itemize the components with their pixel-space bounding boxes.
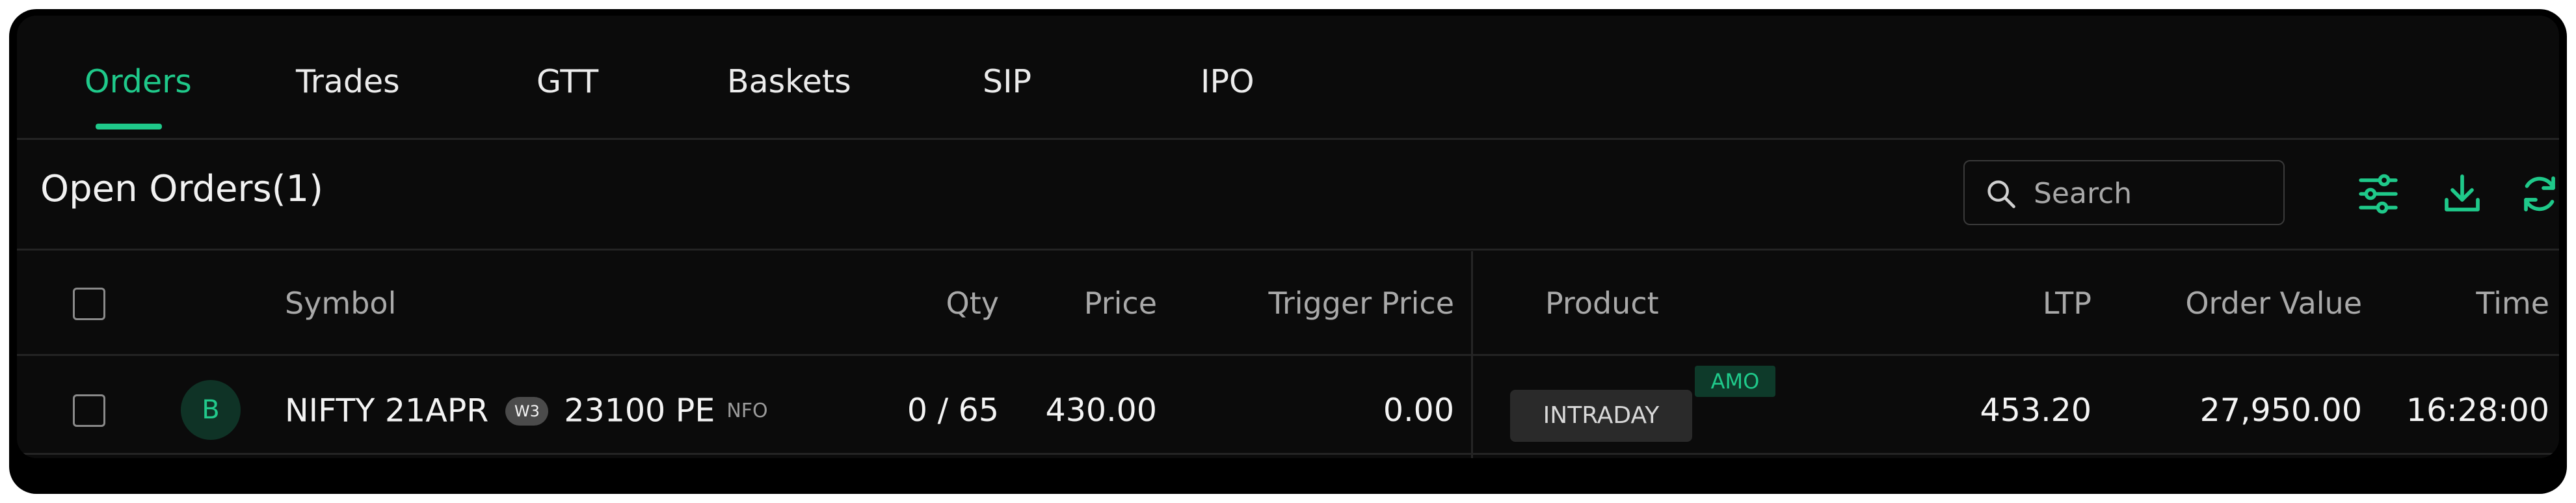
app-frame: Orders Trades GTT Baskets SIP IPO Open O…: [9, 9, 2567, 494]
download-icon[interactable]: [2439, 170, 2486, 217]
buy-side-badge: B: [181, 380, 241, 440]
tab-bar: Orders Trades GTT Baskets SIP IPO: [17, 16, 2559, 138]
tab-trades[interactable]: Trades: [296, 62, 400, 102]
trigger-price-cell: 0.00: [1383, 392, 1454, 429]
active-tab-indicator: [96, 124, 162, 129]
symbol-cell[interactable]: NIFTY 21APR W3 23100 PE NFO: [285, 390, 768, 431]
qty-cell: 0 / 65: [907, 392, 999, 429]
column-header-order-value[interactable]: Order Value: [2131, 284, 2362, 323]
column-header-trigger-price[interactable]: Trigger Price: [1188, 284, 1454, 323]
product-chip: INTRADAY: [1510, 390, 1692, 442]
row-checkbox[interactable]: [73, 394, 105, 427]
select-all-checkbox[interactable]: [73, 288, 105, 320]
column-header-ltp[interactable]: LTP: [1968, 284, 2091, 323]
price-cell: 430.00: [1045, 392, 1157, 429]
column-header-price[interactable]: Price: [1031, 284, 1157, 323]
divider: [17, 249, 2559, 251]
order-value-cell: 27,950.00: [2199, 392, 2362, 429]
tab-baskets[interactable]: Baskets: [727, 62, 851, 102]
column-header-symbol[interactable]: Symbol: [285, 284, 396, 323]
column-header-qty[interactable]: Qty: [862, 284, 999, 323]
tab-orders[interactable]: Orders: [85, 62, 192, 102]
filter-sliders-icon[interactable]: [2355, 170, 2402, 217]
search-field[interactable]: [1963, 160, 2285, 225]
section-title: Open Orders(1): [40, 168, 324, 210]
tab-sip[interactable]: SIP: [983, 62, 1031, 102]
column-header-time[interactable]: Time: [2391, 284, 2549, 323]
time-cell: 16:28:00: [2406, 392, 2549, 429]
amo-badge: AMO: [1695, 366, 1775, 397]
orders-panel: Orders Trades GTT Baskets SIP IPO Open O…: [17, 16, 2559, 458]
column-header-product[interactable]: Product: [1545, 284, 1659, 323]
divider: [17, 138, 2559, 140]
refresh-icon[interactable]: [2516, 170, 2559, 217]
tab-gtt[interactable]: GTT: [537, 62, 598, 102]
weekly-expiry-tag: W3: [505, 396, 549, 426]
search-input[interactable]: [2032, 172, 2276, 215]
divider: [17, 453, 2559, 455]
strike-option-type: 23100 PE: [564, 392, 715, 429]
exchange-label: NFO: [726, 399, 768, 422]
symbol-name: NIFTY 21APR: [285, 392, 489, 429]
ltp-cell: 453.20: [1980, 392, 2091, 429]
tab-ipo[interactable]: IPO: [1201, 62, 1255, 102]
column-divider: [1471, 251, 1473, 458]
search-icon: [1987, 180, 2015, 208]
divider: [17, 354, 2559, 356]
